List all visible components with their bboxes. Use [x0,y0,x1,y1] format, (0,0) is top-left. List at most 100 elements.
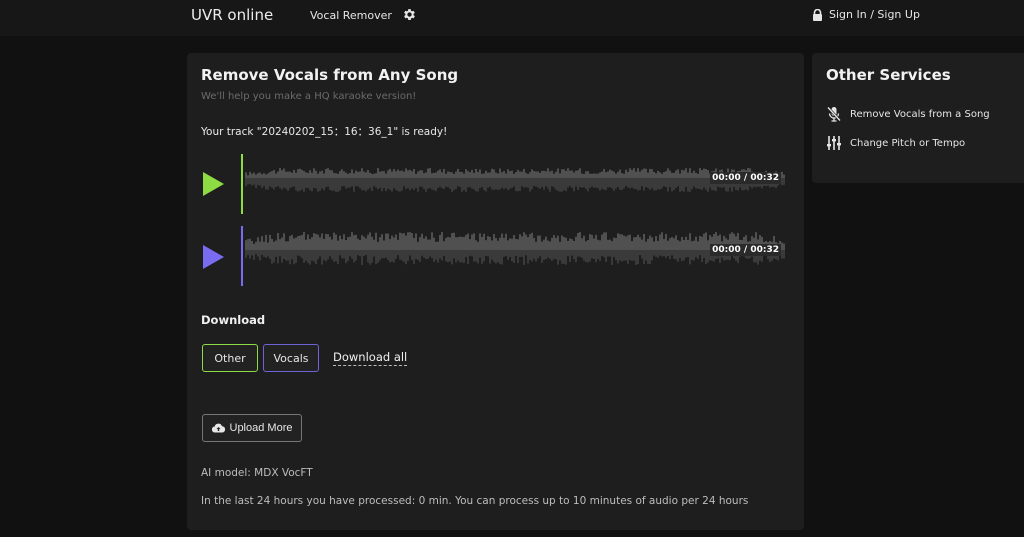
waveform-bar [507,250,509,260]
waveform-bar [345,250,347,264]
waveform-bar [391,171,393,178]
waveform-bar [579,232,581,250]
waveform-bar [451,233,453,250]
nav-vocal-remover[interactable]: Vocal Remover [310,9,392,22]
waveform-bar [695,236,697,250]
waveform-bar [663,172,665,178]
waveform-bar [327,234,329,250]
waveform-bar [397,239,399,250]
play-other-button[interactable] [203,172,224,196]
signin-link[interactable]: Sign In / Sign Up [812,8,920,21]
waveform-bar [309,250,311,265]
waveform-bar [273,250,275,263]
waveform-bar [513,173,515,178]
brand-logo[interactable]: UVR online [191,6,273,24]
download-other-button[interactable]: Other [202,344,258,372]
waveform-bar [461,171,463,178]
waveform-bar [401,178,403,191]
waveform-bar [623,173,625,178]
waveform-bar [499,178,501,190]
time-readout-other: 00:00 / 00:32 [710,172,781,184]
waveform-bar [605,250,607,262]
waveform-bar [385,233,387,250]
waveform-bar [453,232,455,250]
waveform-bar [517,169,519,178]
play-vocals-button[interactable] [203,245,224,269]
waveform-bar [369,232,371,250]
waveform-bar [369,172,371,178]
download-heading: Download [201,313,266,327]
waveform-bar [381,178,383,192]
waveform-bar [679,178,681,192]
download-vocals-button[interactable]: Vocals [263,344,319,372]
waveform-bar [603,178,605,190]
waveform-bar [501,178,503,188]
waveform-bar [483,233,485,250]
waveform-bar [427,239,429,250]
waveform-bar [641,239,643,250]
waveform-bar [565,178,567,192]
waveform-bar [607,178,609,188]
waveform-bar [397,250,399,256]
waveform-bar [325,250,327,262]
waveform-bar [521,178,523,187]
waveform-other-svg[interactable] [245,154,785,216]
waveform-bar [381,250,383,259]
waveform-bar [359,240,361,250]
waveform-other[interactable]: 00:00 / 00:32 [241,154,787,216]
waveform-bar [573,240,575,250]
waveform-bar [367,234,369,250]
upload-more-button[interactable]: Upload More [202,414,302,442]
waveform-bar [565,170,567,178]
waveform-bar [683,170,685,178]
waveform-bar [617,233,619,250]
waveform-bar [631,178,633,188]
waveform-bar [563,178,565,191]
waveform-vocals-svg[interactable] [245,226,785,288]
waveform-bar [601,171,603,178]
waveform-bar [361,235,363,250]
waveform-bar [417,241,419,250]
waveform-bar [423,238,425,250]
waveform-vocals[interactable]: 00:00 / 00:32 [241,226,787,288]
service-remove-vocals-label: Remove Vocals from a Song [850,108,990,120]
waveform-bar [653,171,655,178]
waveform-bar [361,178,363,191]
waveform-bar [463,250,465,264]
waveform-bar [629,178,631,189]
waveform-bar [297,178,299,192]
waveform-bar [477,172,479,178]
gear-icon[interactable] [402,7,417,22]
service-remove-vocals[interactable]: Remove Vocals from a Song [826,106,990,122]
service-change-pitch[interactable]: Change Pitch or Tempo [826,135,965,151]
waveform-bar [613,237,615,250]
waveform-bar [561,178,563,192]
waveform-bar [549,250,551,260]
waveform-bar [535,250,537,262]
waveform-bar [517,178,519,192]
waveform-bar [373,239,375,250]
waveform-bar [703,178,705,188]
waveform-bar [479,233,481,250]
waveform-bar [487,235,489,250]
waveform-bar [265,250,267,258]
waveform-bar [635,250,637,265]
waveform-bar [655,236,657,250]
waveform-bar [537,235,539,250]
waveform-bar [683,240,685,250]
waveform-bar [253,172,255,178]
waveform-bar [557,235,559,250]
waveform-bar [425,250,427,260]
waveform-bar [471,234,473,250]
waveform-bar [507,240,509,250]
download-all-link[interactable]: Download all [333,350,408,366]
waveform-bar [437,250,439,263]
waveform-bar [323,173,325,178]
waveform-bar [601,234,603,250]
waveform-bar [477,250,479,264]
waveform-bar [603,250,605,258]
waveform-bar [301,178,303,190]
waveform-bar [349,236,351,250]
waveform-bar [689,178,691,192]
waveform-bar [445,250,447,262]
